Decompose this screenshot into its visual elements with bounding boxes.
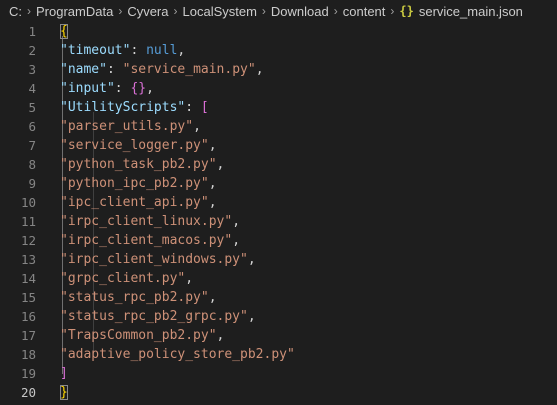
json-value: null [146, 43, 178, 58]
chevron-right-icon: › [173, 4, 178, 18]
chevron-right-icon: › [333, 4, 338, 18]
json-array-item: "python_task_pb2.py" [60, 157, 217, 172]
json-array-item: "service_logger.py" [60, 138, 209, 153]
json-array-item: "TrapsCommon_pb2.py" [60, 328, 217, 343]
code-line[interactable]: 7 "service_logger.py", [0, 136, 557, 155]
line-number: 10 [20, 195, 36, 210]
line-number: 12 [20, 233, 36, 248]
code-line[interactable]: 4 "input": {}, [0, 79, 557, 98]
code-line[interactable]: 12 "irpc_client_macos.py", [0, 231, 557, 250]
json-key: "name" [60, 62, 107, 77]
line-number: 8 [28, 157, 36, 172]
breadcrumb-file[interactable]: service_main.json [419, 4, 523, 19]
chevron-right-icon: › [27, 4, 31, 18]
json-key: "timeout" [60, 43, 131, 58]
json-brace-open: { [60, 24, 68, 39]
code-line[interactable]: 2 "timeout": null, [0, 41, 557, 60]
code-line[interactable]: 19 ] [0, 364, 557, 383]
code-line-active[interactable]: 20 } [0, 383, 557, 402]
json-array-close: ] [60, 366, 68, 381]
json-key: "input" [60, 81, 115, 96]
breadcrumb: C: › ProgramData › Cyvera › LocalSystem … [0, 0, 557, 22]
line-number: 1 [28, 24, 36, 39]
breadcrumb-localsystem[interactable]: LocalSystem [183, 4, 257, 19]
code-line[interactable]: 16 "status_rpc_pb2_grpc.py", [0, 307, 557, 326]
code-line[interactable]: 1 { [0, 22, 557, 41]
json-array-item: "irpc_client_linux.py" [60, 214, 233, 229]
json-array-item: "irpc_client_windows.py" [60, 252, 248, 267]
code-line[interactable]: 15 "status_rpc_pb2.py", [0, 288, 557, 307]
code-line[interactable]: 10 "ipc_client_api.py", [0, 193, 557, 212]
line-number: 3 [28, 62, 36, 77]
json-value: {} [130, 81, 147, 96]
json-array-open: [ [200, 100, 209, 115]
line-number: 2 [28, 43, 36, 58]
json-array-item: "python_ipc_pb2.py" [60, 176, 209, 191]
line-number: 13 [20, 252, 36, 267]
breadcrumb-drive[interactable]: C: [9, 4, 22, 19]
line-number: 14 [20, 271, 36, 286]
breadcrumb-programdata[interactable]: ProgramData [36, 4, 113, 19]
line-number: 19 [20, 366, 36, 381]
line-number: 16 [20, 309, 36, 324]
code-line[interactable]: 9 "python_ipc_pb2.py", [0, 174, 557, 193]
breadcrumb-download[interactable]: Download [271, 4, 329, 19]
code-line[interactable]: 13 "irpc_client_windows.py", [0, 250, 557, 269]
line-number: 20 [20, 385, 36, 400]
json-array-item: "status_rpc_pb2.py" [60, 290, 209, 305]
json-array-item: "grpc_client.py" [60, 271, 186, 286]
code-line[interactable]: 5 "UtilityScripts": [ [0, 98, 557, 117]
code-line[interactable]: 18 "adaptive_policy_store_pb2.py" [0, 345, 557, 364]
chevron-right-icon: › [390, 4, 395, 18]
code-line[interactable]: 17 "TrapsCommon_pb2.py", [0, 326, 557, 345]
json-array-item: "irpc_client_macos.py" [60, 233, 233, 248]
code-editor[interactable]: 1 { 2 "timeout": null, 3 "name": "servic… [0, 22, 557, 405]
json-value: "service_main.py" [122, 62, 256, 77]
line-number: 11 [20, 214, 36, 229]
code-line[interactable]: 14 "grpc_client.py", [0, 269, 557, 288]
json-array-item: "parser_utils.py" [60, 119, 194, 134]
json-file-icon: {} [399, 4, 414, 18]
line-number: 4 [28, 81, 36, 96]
line-number: 17 [20, 328, 36, 343]
line-number: 9 [28, 176, 36, 191]
line-number: 7 [28, 138, 36, 153]
chevron-right-icon: › [118, 4, 123, 18]
json-array-item: "adaptive_policy_store_pb2.py" [60, 347, 295, 362]
breadcrumb-content[interactable]: content [343, 4, 386, 19]
code-line[interactable]: 3 "name": "service_main.py", [0, 60, 557, 79]
code-line[interactable]: 11 "irpc_client_linux.py", [0, 212, 557, 231]
json-brace-close: } [60, 385, 68, 400]
code-line[interactable]: 6 "parser_utils.py", [0, 117, 557, 136]
json-array-item: "ipc_client_api.py" [60, 195, 209, 210]
line-number: 6 [28, 119, 36, 134]
json-array-item: "status_rpc_pb2_grpc.py" [60, 309, 248, 324]
breadcrumb-cyvera[interactable]: Cyvera [127, 4, 168, 19]
chevron-right-icon: › [261, 4, 266, 18]
line-number: 5 [28, 100, 36, 115]
code-line[interactable]: 8 "python_task_pb2.py", [0, 155, 557, 174]
json-key: "UtilityScripts" [60, 100, 186, 115]
line-number: 15 [20, 290, 36, 305]
line-number: 18 [20, 347, 36, 362]
